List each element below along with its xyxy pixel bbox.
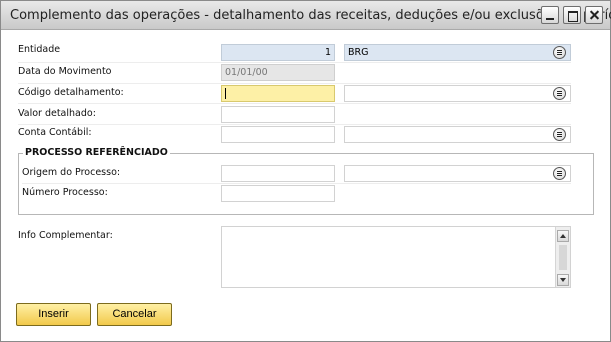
row-divider xyxy=(18,103,571,104)
title-bar[interactable]: Complemento das operações - detalhamento… xyxy=(1,1,611,30)
entidade-name-field[interactable]: BRG xyxy=(344,44,571,61)
scroll-down-icon[interactable] xyxy=(557,274,569,286)
codigo-detalhamento-field[interactable] xyxy=(221,85,335,102)
origem-processo-label: Origem do Processo: xyxy=(22,167,121,178)
close-icon[interactable] xyxy=(585,6,603,24)
valor-detalhado-field[interactable] xyxy=(221,106,335,123)
valor-detalhado-label: Valor detalhado: xyxy=(18,108,96,119)
processo-referenciado-group xyxy=(18,153,594,215)
row-divider xyxy=(18,83,571,84)
data-movimento-label: Data do Movimento xyxy=(18,66,112,77)
minimize-icon[interactable] xyxy=(541,6,559,24)
row-divider xyxy=(18,62,571,63)
conta-contabil-label: Conta Contábil: xyxy=(18,127,92,138)
vertical-scrollbar[interactable] xyxy=(555,227,570,287)
row-divider xyxy=(22,183,571,184)
conta-contabil-description-field[interactable] xyxy=(344,126,571,143)
inserir-button[interactable]: Inserir xyxy=(16,303,91,326)
scroll-thumb[interactable] xyxy=(559,245,567,270)
origem-processo-description-field[interactable] xyxy=(344,165,571,182)
cancelar-button[interactable]: Cancelar xyxy=(97,303,172,326)
origem-processo-lookup-icon[interactable] xyxy=(553,167,566,180)
entidade-lookup-icon[interactable] xyxy=(553,46,566,59)
entidade-code-field[interactable]: 1 xyxy=(221,44,335,61)
scroll-up-icon[interactable] xyxy=(557,230,569,242)
info-complementar-textarea[interactable] xyxy=(221,226,571,288)
origem-processo-field[interactable] xyxy=(221,165,335,182)
dialog-window: Complemento das operações - detalhamento… xyxy=(0,0,611,342)
info-complementar-label: Info Complementar: xyxy=(18,230,113,241)
codigo-detalhamento-lookup-icon[interactable] xyxy=(553,87,566,100)
codigo-detalhamento-description-field[interactable] xyxy=(344,85,571,102)
text-caret xyxy=(225,88,226,99)
processo-referenciado-title: PROCESSO REFERÊNCIADO xyxy=(23,147,170,158)
conta-contabil-lookup-icon[interactable] xyxy=(553,128,566,141)
conta-contabil-field[interactable] xyxy=(221,126,335,143)
numero-processo-label: Número Processo: xyxy=(22,187,108,198)
entidade-name-value: BRG xyxy=(348,47,369,58)
numero-processo-field[interactable] xyxy=(221,185,335,202)
codigo-detalhamento-label: Código detalhamento: xyxy=(18,87,124,98)
row-divider xyxy=(18,124,571,125)
window-title: Complemento das operações - detalhamento… xyxy=(10,8,611,23)
data-movimento-field: 01/01/00 xyxy=(221,64,335,81)
maximize-icon[interactable] xyxy=(563,6,581,24)
entidade-label: Entidade xyxy=(18,44,61,55)
